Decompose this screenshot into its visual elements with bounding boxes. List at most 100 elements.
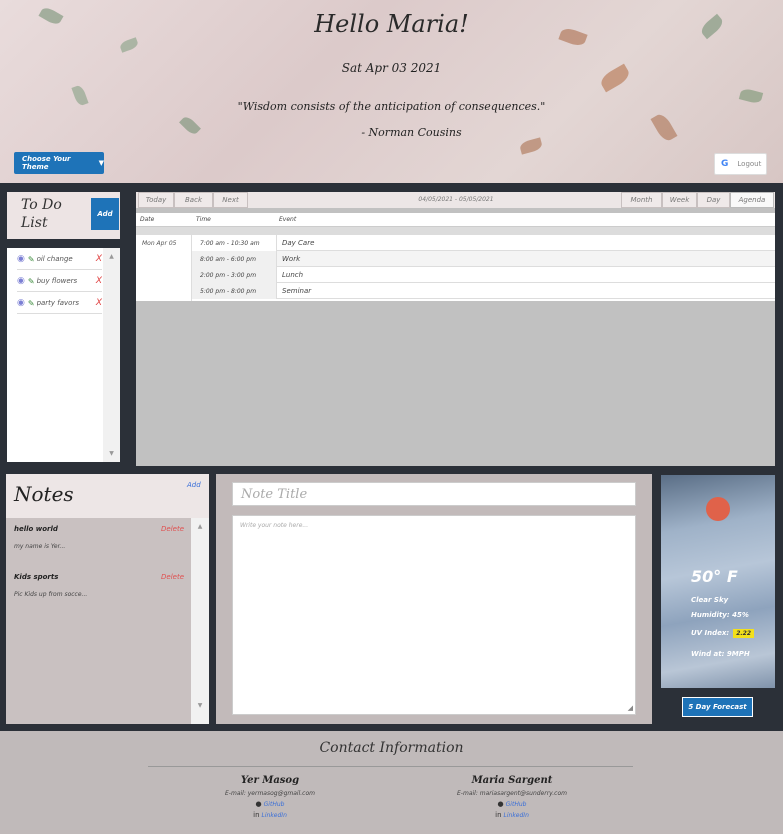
day-view-button[interactable]: Day (697, 192, 730, 208)
today-button[interactable]: Today (138, 192, 174, 208)
note-title: Kids sports (14, 573, 59, 581)
contact-card: Yer Masog E-mail: yermasog@gmail.com ● Gi… (170, 775, 370, 819)
scroll-up-icon[interactable]: ▲ (103, 253, 120, 260)
agenda-day: Mon Apr 05 (136, 235, 192, 301)
notes-scrollbar[interactable]: ▲ ▼ (191, 518, 209, 724)
notes-header: Notes Add (6, 474, 209, 518)
resize-handle-icon[interactable]: ◢ (628, 704, 633, 712)
contact-name: Yer Masog (240, 775, 300, 786)
agenda-event[interactable]: 2:00 pm - 3:00 pm Lunch (192, 267, 775, 283)
eye-icon[interactable]: ◉ (17, 276, 25, 286)
choose-theme-button[interactable]: Choose Your Theme ▼ (14, 152, 104, 174)
chevron-down-icon: ▼ (98, 159, 104, 167)
contact-email: E-mail: yermasog@gmail.com (225, 790, 315, 797)
contact-email: E-mail: mariasargent@sunderry.com (457, 790, 567, 797)
agenda-event[interactable]: 5:00 pm - 8:00 pm Seminar (192, 283, 775, 299)
uv-badge: 2.22 (733, 629, 755, 638)
delete-todo-button[interactable]: X (96, 298, 102, 308)
add-note-button[interactable]: Add (187, 481, 201, 489)
notes-title: Notes (14, 482, 74, 506)
current-date: Sat Apr 03 2021 (341, 61, 442, 75)
delete-todo-button[interactable]: X (96, 254, 102, 264)
logout-button[interactable]: G Logout (714, 153, 767, 175)
delete-note-button[interactable]: Delete (161, 525, 184, 533)
todo-item-label: party favors (36, 299, 79, 307)
note-preview: Pic Kids up from socce... (14, 591, 88, 598)
logout-label: Logout (737, 160, 762, 168)
agenda-event[interactable]: 7:00 am - 10:30 am Day Care (192, 235, 775, 251)
note-item[interactable]: Kids sports Delete Pic Kids up from socc… (14, 573, 184, 598)
scroll-down-icon[interactable]: ▼ (191, 702, 209, 709)
github-link[interactable]: ● GitHub (170, 800, 370, 808)
back-button[interactable]: Back (174, 192, 213, 208)
weather-card: 50° F Clear Sky Humidity: 45% UV Index: 2… (661, 475, 775, 688)
delete-note-button[interactable]: Delete (161, 573, 184, 581)
pencil-icon[interactable]: ✎ (28, 277, 35, 286)
pencil-icon[interactable]: ✎ (28, 299, 35, 308)
sun-icon (706, 497, 730, 521)
event-column-header: Event (279, 216, 297, 223)
event-title: Lunch (276, 267, 303, 283)
event-title: Work (276, 251, 300, 267)
footer-divider (148, 766, 633, 767)
weather-wind: Wind at: 9MPH (691, 650, 750, 658)
todo-list[interactable]: ◉ ✎ oil change X ◉ ✎ buy flowers X ◉ ✎ p… (7, 248, 120, 462)
footer: Contact Information Yer Masog E-mail: ye… (0, 731, 783, 834)
next-button[interactable]: Next (213, 192, 248, 208)
event-title: Day Care (276, 235, 314, 251)
scroll-up-icon[interactable]: ▲ (191, 523, 209, 530)
todo-scrollbar[interactable]: ▲ ▼ (103, 248, 120, 462)
todo-item[interactable]: ◉ ✎ oil change X (17, 249, 102, 270)
note-item[interactable]: hello world Delete my name is Yer... (14, 525, 184, 550)
contact-card: Maria Sargent E-mail: mariasargent@sunde… (412, 775, 612, 819)
leaf-decoration (518, 137, 544, 155)
uv-label: UV Index: (691, 629, 730, 637)
note-title-input[interactable]: Note Title (232, 482, 636, 506)
note-preview: my name is Yer... (14, 543, 66, 550)
time-column-header: Time (196, 216, 211, 223)
agenda-rows: Mon Apr 05 7:00 am - 10:30 am Day Care 8… (136, 235, 775, 301)
note-body-textarea[interactable]: Write your note here... ◢ (232, 515, 636, 715)
todo-header: To Do List Add (7, 192, 120, 239)
quote-author: - Norman Cousins (361, 126, 462, 139)
scroll-down-icon[interactable]: ▼ (103, 450, 120, 457)
agenda-view-button[interactable]: Agenda (730, 192, 774, 208)
agenda-event[interactable]: 8:00 am - 6:00 pm Work (192, 251, 775, 267)
calendar-toolbar: Today Back Next 04/05/2021 - 05/05/2021 … (136, 192, 775, 208)
todo-item[interactable]: ◉ ✎ buy flowers X (17, 271, 102, 292)
note-title: hello world (14, 525, 58, 533)
choose-theme-label: Choose Your Theme (22, 155, 71, 171)
github-icon: ● (497, 800, 504, 808)
todo-item[interactable]: ◉ ✎ party favors X (17, 293, 102, 314)
contact-name: Maria Sargent (471, 775, 553, 786)
linkedin-link[interactable]: in LinkedIn (412, 811, 612, 819)
event-time: 5:00 pm - 8:00 pm (200, 288, 257, 295)
five-day-forecast-button[interactable]: 5 Day Forecast (682, 697, 753, 717)
eye-icon[interactable]: ◉ (17, 254, 25, 264)
weather-condition: Clear Sky (691, 596, 729, 604)
delete-todo-button[interactable]: X (96, 276, 102, 286)
linkedin-label: LinkedIn (503, 812, 529, 819)
week-view-button[interactable]: Week (662, 192, 697, 208)
month-view-button[interactable]: Month (621, 192, 662, 208)
weather-humidity: Humidity: 45% (691, 611, 749, 619)
weather-temperature: 50° F (691, 567, 738, 586)
quote-text: "Wisdom consists of the anticipation of … (237, 100, 546, 113)
pencil-icon[interactable]: ✎ (28, 255, 35, 264)
github-link[interactable]: ● GitHub (412, 800, 612, 808)
github-icon: ● (255, 800, 262, 808)
eye-icon[interactable]: ◉ (17, 298, 25, 308)
date-column-header: Date (140, 216, 155, 223)
add-todo-button[interactable]: Add (91, 198, 119, 230)
weather-uv: UV Index: 2.22 (691, 629, 755, 638)
todo-item-label: buy flowers (36, 277, 78, 285)
github-label: GitHub (505, 801, 527, 808)
notes-panel: Notes Add hello world Delete my name is … (6, 474, 209, 724)
calendar-range: 04/05/2021 - 05/05/2021 (418, 196, 494, 203)
greeting-title: Hello Maria! (314, 10, 469, 38)
agenda-header: Date Time Event (136, 213, 775, 227)
calendar: Today Back Next 04/05/2021 - 05/05/2021 … (136, 192, 775, 466)
linkedin-link[interactable]: in LinkedIn (170, 811, 370, 819)
linkedin-label: LinkedIn (261, 812, 287, 819)
event-title: Seminar (276, 283, 311, 299)
